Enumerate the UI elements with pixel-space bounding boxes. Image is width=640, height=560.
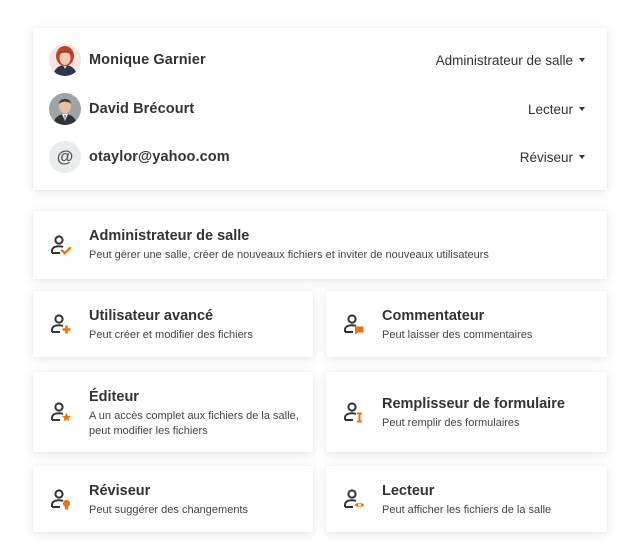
avatar [49, 44, 81, 76]
user-plus-icon [51, 314, 71, 334]
member-row: David Brécourt Lecteur [49, 91, 585, 127]
role-title: Administrateur de salle [89, 228, 250, 244]
role-title: Utilisateur avancé [89, 308, 214, 324]
role-description: Peut gérer une salle, créer de nouveaux … [89, 249, 489, 261]
user-lightbulb-icon [51, 489, 71, 510]
chevron-down-icon [579, 58, 585, 62]
role-title: Éditeur [89, 389, 139, 405]
role-description: Peut créer et modifier des fichiers [89, 329, 253, 341]
role-description: Peut suggérer des changements [89, 504, 248, 516]
room-members-card: Monique Garnier Administrateur de salle … [33, 28, 607, 190]
role-description: Peut remplir des formulaires [382, 417, 520, 429]
role-dropdown[interactable]: Réviseur [520, 150, 585, 165]
role-title: Commentateur [382, 308, 485, 324]
role-description: peut modifier les fichiers [89, 425, 208, 437]
member-row: @ otaylor@yahoo.com Réviseur [49, 139, 585, 175]
role-description: Peut afficher les fichiers de la salle [382, 504, 552, 516]
chevron-down-icon [579, 155, 585, 159]
user-check-icon [51, 235, 72, 255]
role-dropdown-value: Administrateur de salle [435, 52, 573, 68]
role-card-reader[interactable]: Lecteur Peut afficher les fichiers de la… [326, 466, 607, 532]
role-card-editor[interactable]: Éditeur A un accès complet aux fichiers … [33, 372, 313, 452]
member-name: Monique Garnier [89, 52, 206, 68]
member-row: Monique Garnier Administrateur de salle [49, 42, 585, 78]
role-card-room-admin[interactable]: Administrateur de salle Peut gérer une s… [33, 211, 607, 279]
user-eye-icon [344, 489, 365, 508]
role-dropdown[interactable]: Lecteur [528, 102, 585, 117]
role-dropdown-value: Réviseur [519, 149, 573, 165]
user-star-icon [51, 402, 71, 422]
role-dropdown-value: Lecteur [527, 101, 573, 117]
chevron-down-icon [579, 107, 585, 111]
role-title: Lecteur [382, 483, 435, 499]
member-email: otaylor@yahoo.com [89, 149, 230, 165]
role-card-power-user[interactable]: Utilisateur avancé Peut créer et modifie… [33, 291, 313, 357]
at-icon: @ [49, 141, 81, 173]
role-card-form-filler[interactable]: Remplisseur de formulaire Peut remplir d… [326, 372, 607, 452]
role-card-reviewer[interactable]: Réviseur Peut suggérer des changements [33, 466, 313, 532]
role-dropdown[interactable]: Administrateur de salle [436, 53, 585, 68]
role-title: Remplisseur de formulaire [382, 396, 565, 412]
member-name: David Brécourt [89, 101, 195, 117]
role-title: Réviseur [89, 483, 151, 499]
role-description: Peut laisser des commentaires [382, 329, 533, 341]
role-description: A un accès complet aux fichiers de la sa… [89, 410, 299, 422]
user-form-icon [344, 402, 362, 423]
role-card-commenter[interactable]: Commentateur Peut laisser des commentair… [326, 291, 607, 357]
avatar [49, 93, 81, 125]
user-comment-icon [344, 314, 364, 335]
